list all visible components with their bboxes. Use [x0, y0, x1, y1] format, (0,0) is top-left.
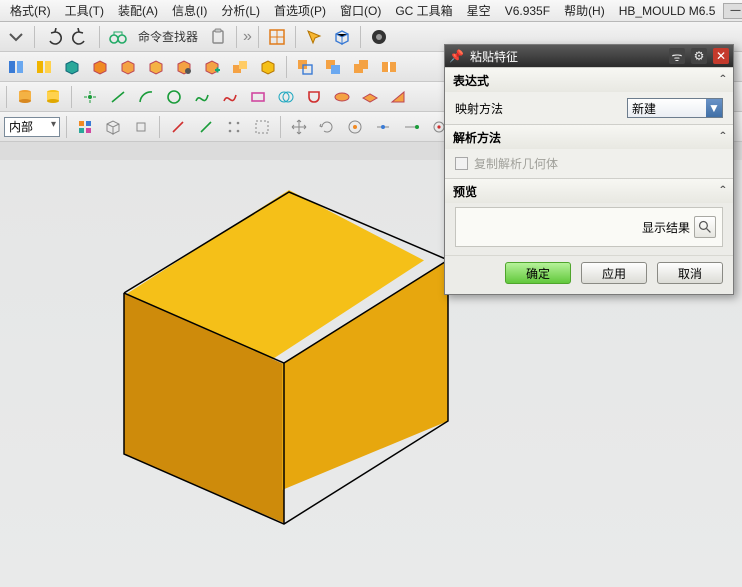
snap-mid-icon[interactable] — [371, 115, 395, 139]
binoculars-icon[interactable] — [106, 25, 130, 49]
magnifier-icon — [698, 220, 712, 234]
arc-icon[interactable] — [134, 85, 158, 109]
dropdown-arrow-icon: ▼ — [706, 99, 722, 117]
shape-red-icon[interactable] — [302, 85, 326, 109]
dialog-settings-icon[interactable]: ⚙ — [691, 48, 707, 64]
menu-tools[interactable]: 工具(T) — [59, 0, 110, 21]
apply-button[interactable]: 应用 — [581, 262, 647, 284]
box-stack-orange-icon[interactable] — [228, 55, 252, 79]
point-icon[interactable] — [78, 85, 102, 109]
menu-starsky[interactable]: 星空 — [461, 0, 497, 21]
snap-end-icon[interactable] — [399, 115, 423, 139]
redo-button[interactable] — [69, 25, 93, 49]
grid-dots-icon[interactable] — [222, 115, 246, 139]
mapping-method-value: 新建 — [632, 100, 656, 117]
dialog-titlebar[interactable]: 📌 粘贴特征 ᯤ ⚙ ✕ — [445, 45, 733, 67]
box-union-icon[interactable] — [349, 55, 373, 79]
line-icon[interactable] — [106, 85, 130, 109]
dialog-close-button[interactable]: ✕ — [713, 48, 729, 64]
ok-button-label: 确定 — [526, 265, 550, 282]
intersect-cyan-icon[interactable] — [274, 85, 298, 109]
wedge-orange-icon[interactable] — [386, 85, 410, 109]
window-minimize-button[interactable]: — — [723, 3, 742, 19]
circle-green-icon[interactable] — [162, 85, 186, 109]
menu-info[interactable]: 信息(I) — [166, 0, 213, 21]
rect-pink-icon[interactable] — [246, 85, 270, 109]
menu-window[interactable]: 窗口(O) — [334, 0, 387, 21]
cylinder-orange-icon[interactable] — [13, 85, 37, 109]
box-orange-plus-icon[interactable] — [200, 55, 224, 79]
menu-format[interactable]: 格式(R) — [4, 0, 57, 21]
wireframe-cube-icon[interactable] — [101, 115, 125, 139]
preview-area: 显示结果 — [455, 207, 723, 247]
menu-hbmould: HB_MOULD M6.5 — [613, 2, 722, 20]
cylinder-yellow-icon[interactable] — [41, 85, 65, 109]
section-preview-header[interactable]: 预览 ˆ — [445, 179, 733, 203]
axis-green-icon[interactable] — [194, 115, 218, 139]
pin-icon[interactable]: 📌 — [449, 49, 464, 63]
clipboard-icon[interactable] — [206, 25, 230, 49]
box-orange-gear-icon[interactable] — [172, 55, 196, 79]
box-split-icon[interactable] — [377, 55, 401, 79]
show-result-label: 显示结果 — [642, 219, 690, 236]
box-orange-3-icon[interactable] — [144, 55, 168, 79]
section-resolve-header[interactable]: 解析方法 ˆ — [445, 125, 733, 149]
chevron-up-icon-3: ˆ — [720, 183, 725, 199]
small-cube-icon[interactable] — [129, 115, 153, 139]
chevron-up-icon: ˆ — [720, 72, 725, 88]
box-teal-icon[interactable] — [60, 55, 84, 79]
spline-icon[interactable] — [190, 85, 214, 109]
copy-geometry-label: 复制解析几何体 — [474, 155, 558, 172]
slab-orange-icon[interactable] — [358, 85, 382, 109]
show-result-button[interactable] — [694, 216, 716, 238]
rotate-icon[interactable] — [315, 115, 339, 139]
menu-assembly[interactable]: 装配(A) — [112, 0, 164, 21]
menu-preferences[interactable]: 首选项(P) — [268, 0, 332, 21]
box-orange-2-icon[interactable] — [116, 55, 140, 79]
menu-help[interactable]: 帮助(H) — [558, 0, 611, 21]
undo-button[interactable] — [41, 25, 65, 49]
snap-point-icon[interactable] — [343, 115, 367, 139]
menu-version: V6.935F — [499, 2, 556, 20]
menu-bar: 格式(R) 工具(T) 装配(A) 信息(I) 分析(L) 首选项(P) 窗口(… — [0, 0, 742, 22]
axis-red-icon[interactable] — [166, 115, 190, 139]
section-resolve-label: 解析方法 — [453, 129, 501, 146]
cancel-button-label: 取消 — [678, 265, 702, 282]
curve-red-icon[interactable] — [218, 85, 242, 109]
dialog-title: 粘贴特征 — [470, 48, 663, 65]
filter-dropdown[interactable]: 内部 — [4, 117, 60, 137]
menu-gc-toolbox[interactable]: GC 工具箱 — [389, 0, 458, 21]
move-icon[interactable] — [287, 115, 311, 139]
circle-dark-icon[interactable] — [367, 25, 391, 49]
box-intersect-icon[interactable] — [293, 55, 317, 79]
section-expression-header[interactable]: 表达式 ˆ — [445, 68, 733, 92]
selection-mode-icon[interactable] — [73, 115, 97, 139]
book-yellow-icon[interactable] — [32, 55, 56, 79]
mapping-method-select[interactable]: 新建 ▼ — [627, 98, 723, 118]
select-arrow-icon[interactable] — [302, 25, 326, 49]
box-orange-1-icon[interactable] — [88, 55, 112, 79]
command-finder-label: 命令查找器 — [134, 28, 202, 45]
dropdown-indicator-icon[interactable] — [4, 25, 28, 49]
book-blue-icon[interactable] — [4, 55, 28, 79]
chevron-up-icon-2: ˆ — [720, 129, 725, 145]
box-subtract-icon[interactable] — [321, 55, 345, 79]
overflow-icon[interactable]: » — [243, 28, 252, 46]
paste-feature-dialog: 📌 粘贴特征 ᯤ ⚙ ✕ 表达式 ˆ 映射方法 新建 ▼ 解析方法 ˆ 复制解析… — [444, 44, 734, 295]
section-preview-label: 预览 — [453, 183, 477, 200]
filter-dropdown-value: 内部 — [9, 120, 33, 134]
box-blue-icon[interactable] — [330, 25, 354, 49]
menu-analysis[interactable]: 分析(L) — [215, 0, 266, 21]
disc-orange-icon[interactable] — [330, 85, 354, 109]
apply-button-label: 应用 — [602, 265, 626, 282]
box-yellow-icon[interactable] — [256, 55, 280, 79]
ok-button[interactable]: 确定 — [505, 262, 571, 284]
dialog-target-icon[interactable]: ᯤ — [669, 48, 685, 64]
mapping-method-label: 映射方法 — [455, 100, 503, 117]
dashed-box-icon[interactable] — [250, 115, 274, 139]
section-expression-label: 表达式 — [453, 72, 489, 89]
cancel-button[interactable]: 取消 — [657, 262, 723, 284]
copy-geometry-checkbox — [455, 157, 468, 170]
grid-orange-icon[interactable] — [265, 25, 289, 49]
